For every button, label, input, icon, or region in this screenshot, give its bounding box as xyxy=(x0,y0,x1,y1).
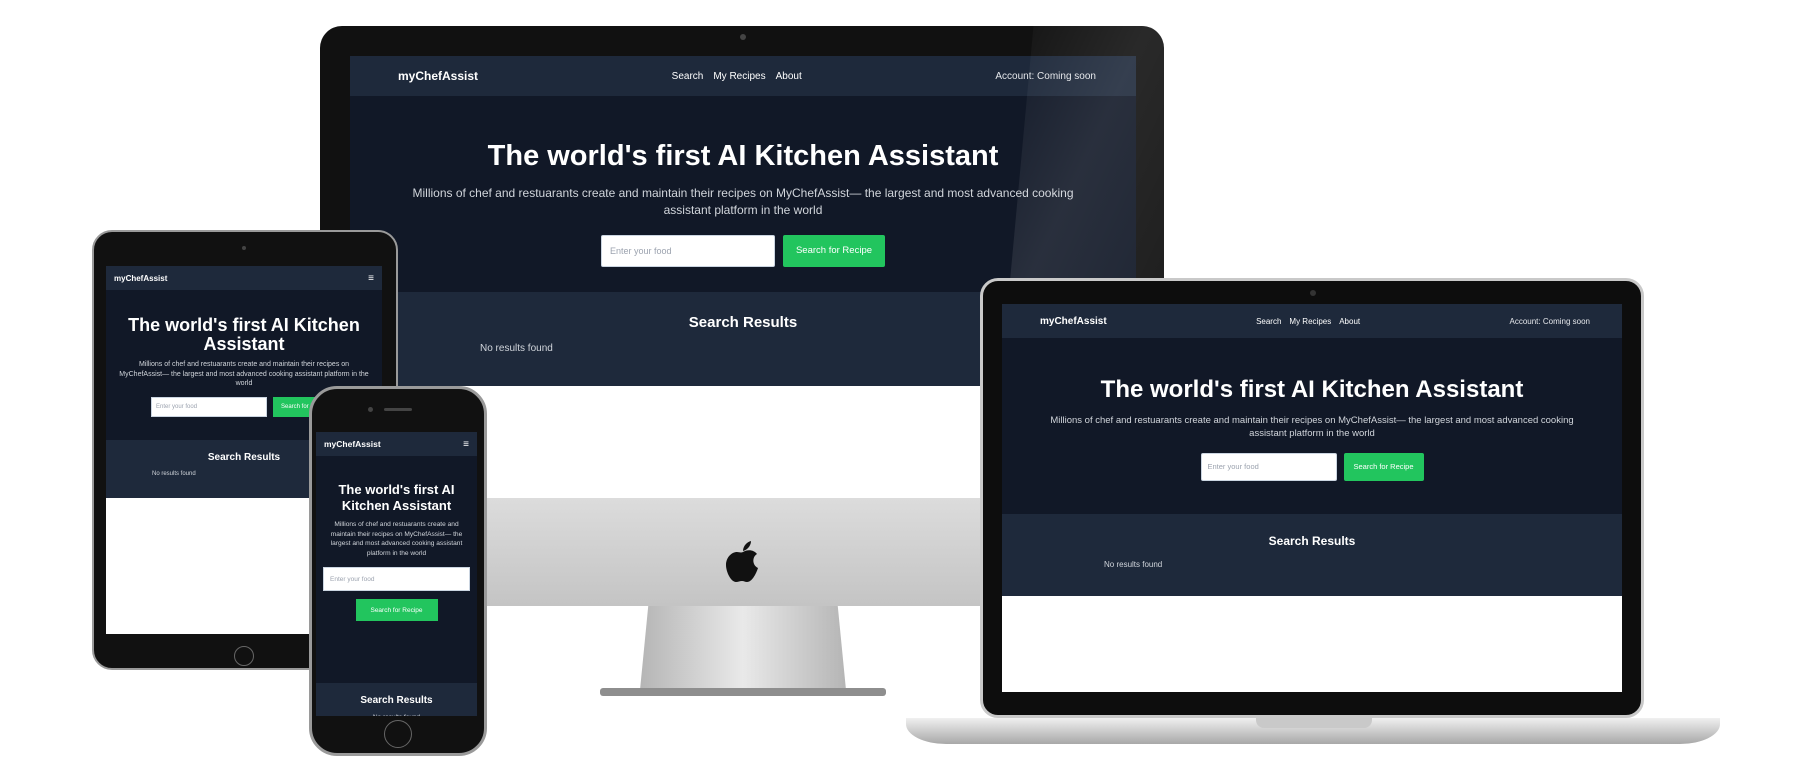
results-section: Search Results No results found xyxy=(1002,514,1622,596)
laptop-screen: myChefAssist Search My Recipes About Acc… xyxy=(1002,304,1622,692)
hero-subtitle: Millions of chef and restuarants create … xyxy=(1050,415,1574,440)
hero-title: The world's first AI Kitchen Assistant xyxy=(128,315,360,354)
phone-screen: myChefAssist ≡ The world's first AI Kitc… xyxy=(316,432,477,716)
nav-link-about[interactable]: About xyxy=(776,71,802,82)
imac-camera xyxy=(740,34,746,40)
nav-links: Search My Recipes About xyxy=(1256,317,1360,326)
tablet-camera xyxy=(242,246,246,250)
laptop-hero: The world's first AI Kitchen Assistant M… xyxy=(1002,338,1622,514)
search-input[interactable]: Enter your food xyxy=(1200,452,1337,481)
search-input[interactable]: Enter your food xyxy=(601,234,775,267)
search-input[interactable]: Enter your food xyxy=(323,567,470,592)
brand-logo[interactable]: myChefAssist xyxy=(1040,316,1107,327)
hamburger-menu-icon[interactable]: ≡ xyxy=(463,439,469,450)
imac-stand xyxy=(640,606,846,690)
hero-title: The world's first AI Kitchen Assistant xyxy=(487,140,999,172)
search-button[interactable]: Search for Recipe xyxy=(355,599,438,622)
nav-link-about[interactable]: About xyxy=(1339,317,1360,326)
phone-hero: The world's first AI Kitchen Assistant M… xyxy=(316,456,477,683)
page-blank-area xyxy=(1002,596,1622,692)
nav-links: Search My Recipes About xyxy=(672,71,802,82)
tablet-home-button xyxy=(234,646,254,666)
nav-link-my-recipes[interactable]: My Recipes xyxy=(713,71,765,82)
hero-title: The world's first AI Kitchen Assistant xyxy=(1100,376,1524,403)
nav-link-search[interactable]: Search xyxy=(1256,317,1281,326)
imac-navbar: myChefAssist Search My Recipes About Acc… xyxy=(350,56,1136,96)
laptop-navbar: myChefAssist Search My Recipes About Acc… xyxy=(1002,304,1622,338)
results-section: Search Results No results found xyxy=(316,683,477,716)
hero-subtitle: Millions of chef and restuarants create … xyxy=(119,360,369,388)
device-mockup-stage: myChefAssist Search My Recipes About Acc… xyxy=(0,0,1800,760)
phone-camera xyxy=(368,407,373,412)
laptop-notch xyxy=(1256,718,1372,728)
hero-subtitle: Millions of chef and restuarants create … xyxy=(412,186,1074,217)
results-title: Search Results xyxy=(360,695,433,706)
search-button[interactable]: Search for Recipe xyxy=(783,234,885,267)
hero-subtitle: Millions of chef and restuarants create … xyxy=(330,521,463,557)
no-results-text: No results found xyxy=(1104,560,1163,569)
search-form: Enter your food Search for Recipe xyxy=(316,567,477,622)
brand-logo[interactable]: myChefAssist xyxy=(324,439,381,449)
apple-logo-icon xyxy=(724,540,762,586)
imac-stand-foot xyxy=(600,688,886,696)
phone-home-button xyxy=(384,720,412,748)
results-title: Search Results xyxy=(1268,534,1356,548)
hamburger-menu-icon[interactable]: ≡ xyxy=(368,273,374,284)
phone-speaker xyxy=(384,408,412,411)
tablet-navbar: myChefAssist ≡ xyxy=(106,266,382,290)
search-input[interactable]: Enter your food xyxy=(151,397,267,418)
search-button[interactable]: Search for Recipe xyxy=(1343,452,1424,481)
nav-link-my-recipes[interactable]: My Recipes xyxy=(1289,317,1331,326)
account-status: Account: Coming soon xyxy=(1509,316,1590,326)
brand-logo[interactable]: myChefAssist xyxy=(398,69,478,83)
nav-link-search[interactable]: Search xyxy=(672,71,704,82)
hero-title: The world's first AI Kitchen Assistant xyxy=(338,482,455,513)
no-results-text: No results found xyxy=(316,714,477,716)
brand-logo[interactable]: myChefAssist xyxy=(114,274,167,283)
laptop-camera xyxy=(1310,290,1316,296)
search-form: Enter your food Search for Recipe xyxy=(1002,452,1622,481)
phone-navbar: myChefAssist ≡ xyxy=(316,432,477,456)
